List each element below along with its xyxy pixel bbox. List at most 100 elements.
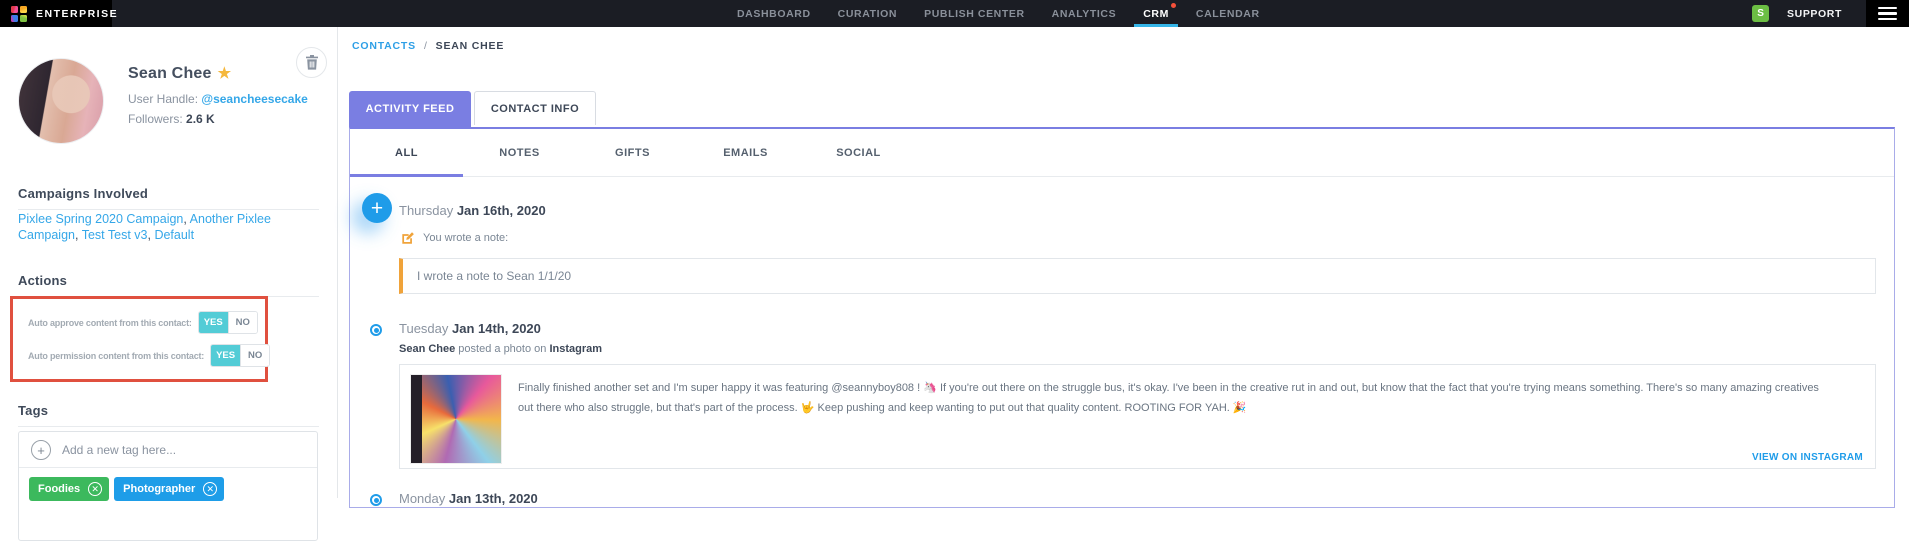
post-photo-thumbnail[interactable] bbox=[410, 374, 502, 464]
logo[interactable]: ENTERPRISE bbox=[0, 0, 112, 27]
followers-label: Followers: bbox=[128, 112, 186, 126]
auto-approve-row: Auto approve content from this contact: … bbox=[28, 311, 255, 334]
pixlee-logo-icon bbox=[11, 6, 27, 22]
tags-section-title: Tags bbox=[18, 403, 319, 427]
note-header-text: You wrote a note: bbox=[423, 232, 508, 244]
auto-approve-yes-button[interactable]: YES bbox=[199, 312, 228, 333]
nav-item-analytics[interactable]: ANALYTICS bbox=[1052, 0, 1117, 27]
handle-label: User Handle: bbox=[128, 92, 201, 106]
nav-item-crm-label: CRM bbox=[1143, 8, 1169, 20]
tab-activity-feed[interactable]: ACTIVITY FEED bbox=[349, 91, 471, 127]
nav-right: S SUPPORT bbox=[1752, 0, 1909, 27]
auto-permission-yes-button[interactable]: YES bbox=[211, 345, 240, 366]
nav-item-curation[interactable]: CURATION bbox=[838, 0, 897, 27]
top-nav: ENTERPRISE DASHBOARD CURATION PUBLISH CE… bbox=[0, 0, 1909, 27]
entry-day: Tuesday bbox=[399, 321, 452, 336]
contact-handle-link[interactable]: @seancheesecake bbox=[201, 92, 307, 106]
tag-chip-label: Photographer bbox=[123, 483, 195, 495]
entry-day: Thursday bbox=[399, 203, 457, 218]
hamburger-menu-icon[interactable] bbox=[1866, 0, 1909, 27]
support-status-badge[interactable]: S bbox=[1752, 5, 1769, 22]
feed-filter-tabs: ALL NOTES GIFTS EMAILS SOCIAL bbox=[350, 129, 1894, 177]
tag-chips-row: Foodies ✕ Photographer ✕ bbox=[19, 468, 317, 510]
auto-approve-no-button[interactable]: NO bbox=[228, 312, 257, 333]
contact-name: Sean Chee bbox=[128, 65, 212, 82]
add-tag-placeholder: Add a new tag here... bbox=[62, 443, 176, 457]
tags-box: + Add a new tag here... Foodies ✕ Photog… bbox=[18, 431, 318, 541]
note-label-row: You wrote a note: bbox=[401, 231, 1876, 245]
timeline-bullet-icon bbox=[370, 324, 382, 336]
nav-item-publish-center[interactable]: PUBLISH CENTER bbox=[924, 0, 1025, 27]
subtab-gifts[interactable]: GIFTS bbox=[576, 129, 689, 176]
entry-date: Jan 16th, 2020 bbox=[457, 203, 546, 218]
breadcrumb-contacts-link[interactable]: CONTACTS bbox=[352, 40, 416, 52]
post-author: Sean Chee bbox=[399, 343, 455, 355]
auto-permission-no-button[interactable]: NO bbox=[240, 345, 269, 366]
auto-permission-label: Auto permission content from this contac… bbox=[28, 351, 204, 361]
post-action: posted a photo on bbox=[455, 343, 549, 355]
campaign-separator: , bbox=[75, 228, 82, 242]
timeline-entry-clipped: Monday Jan 13th, 2020 bbox=[399, 491, 1876, 506]
auto-approve-label: Auto approve content from this contact: bbox=[28, 318, 192, 328]
nav-item-dashboard[interactable]: DASHBOARD bbox=[737, 0, 811, 27]
tag-chip-photographer[interactable]: Photographer ✕ bbox=[114, 477, 224, 501]
entry-date-heading: Tuesday Jan 14th, 2020 bbox=[399, 321, 1876, 336]
contact-tabs: ACTIVITY FEED CONTACT INFO bbox=[349, 91, 596, 127]
subtab-all[interactable]: ALL bbox=[350, 129, 463, 176]
breadcrumb: CONTACTS / SEAN CHEE bbox=[352, 40, 504, 52]
note-box[interactable]: I wrote a note to Sean 1/1/20 bbox=[399, 258, 1876, 294]
remove-tag-icon[interactable]: ✕ bbox=[203, 482, 217, 496]
main-content: CONTACTS / SEAN CHEE ACTIVITY FEED CONTACT… bbox=[339, 27, 1909, 498]
timeline-entry-note: Thursday Jan 16th, 2020 You wrote a note… bbox=[399, 203, 1876, 294]
actions-section-title: Actions bbox=[18, 273, 319, 297]
breadcrumb-separator: / bbox=[424, 40, 428, 52]
add-tag-input[interactable]: + Add a new tag here... bbox=[19, 432, 317, 468]
entry-date-heading: Thursday Jan 16th, 2020 bbox=[399, 203, 1876, 218]
contact-handle-row: User Handle: @seancheesecake bbox=[128, 92, 308, 106]
post-caption: Finally finished another set and I'm sup… bbox=[518, 374, 1863, 419]
subtab-emails[interactable]: EMAILS bbox=[689, 129, 802, 176]
contact-name-row: Sean Chee ★ bbox=[128, 64, 231, 83]
nav-item-calendar[interactable]: CALENDAR bbox=[1196, 0, 1260, 27]
auto-permission-row: Auto permission content from this contac… bbox=[28, 344, 255, 367]
logo-text: ENTERPRISE bbox=[36, 8, 118, 20]
subtab-notes[interactable]: NOTES bbox=[463, 129, 576, 176]
support-link[interactable]: SUPPORT bbox=[1787, 8, 1842, 20]
campaigns-section-title: Campaigns Involved bbox=[18, 186, 319, 210]
tag-chip-label: Foodies bbox=[38, 483, 80, 495]
auto-permission-toggle: YES NO bbox=[210, 344, 270, 367]
timeline-feed: + Thursday Jan 16th, 2020 You wrote a no… bbox=[350, 177, 1894, 506]
nav-menu: DASHBOARD CURATION PUBLISH CENTER ANALYT… bbox=[737, 0, 1260, 27]
tag-chip-foodies[interactable]: Foodies ✕ bbox=[29, 477, 109, 501]
add-entry-button[interactable]: + bbox=[362, 193, 392, 223]
crm-notification-dot bbox=[1171, 3, 1176, 8]
campaign-link-2[interactable]: Test Test v3 bbox=[82, 228, 148, 242]
pencil-note-icon bbox=[401, 231, 415, 245]
actions-highlight-box: Auto approve content from this contact: … bbox=[10, 296, 268, 382]
entry-date-heading: Monday Jan 13th, 2020 bbox=[399, 491, 1876, 506]
timeline-bullet-icon bbox=[370, 494, 382, 506]
nav-item-crm[interactable]: CRM bbox=[1143, 0, 1169, 27]
view-on-instagram-link[interactable]: VIEW ON INSTAGRAM bbox=[1752, 452, 1863, 463]
remove-tag-icon[interactable]: ✕ bbox=[88, 482, 102, 496]
subtab-social[interactable]: SOCIAL bbox=[802, 129, 915, 176]
contact-sidebar: Sean Chee★ User Handle: @seancheesecake … bbox=[0, 27, 338, 498]
delete-contact-button[interactable] bbox=[296, 47, 327, 78]
campaign-link-0[interactable]: Pixlee Spring 2020 Campaign bbox=[18, 212, 183, 226]
tab-contact-info[interactable]: CONTACT INFO bbox=[474, 91, 596, 125]
favorite-star-icon[interactable]: ★ bbox=[218, 65, 232, 82]
post-subheading: Sean Chee posted a photo on Instagram bbox=[399, 343, 1876, 355]
add-tag-plus-icon[interactable]: + bbox=[31, 440, 51, 460]
trash-icon bbox=[305, 55, 319, 70]
followers-count: 2.6 K bbox=[186, 112, 215, 126]
entry-date: Jan 13th, 2020 bbox=[449, 491, 538, 506]
breadcrumb-current: SEAN CHEE bbox=[436, 40, 504, 52]
contact-followers-row: Followers: 2.6 K bbox=[128, 112, 215, 126]
timeline-entry-social: Tuesday Jan 14th, 2020 Sean Chee posted … bbox=[399, 321, 1876, 469]
instagram-post-card: Finally finished another set and I'm sup… bbox=[399, 364, 1876, 469]
campaign-links: Pixlee Spring 2020 Campaign, Another Pix… bbox=[18, 211, 320, 243]
activity-feed-panel: ALL NOTES GIFTS EMAILS SOCIAL + Thursday… bbox=[349, 127, 1895, 508]
entry-date: Jan 14th, 2020 bbox=[452, 321, 541, 336]
post-platform: Instagram bbox=[549, 343, 602, 355]
campaign-link-3[interactable]: Default bbox=[154, 228, 194, 242]
